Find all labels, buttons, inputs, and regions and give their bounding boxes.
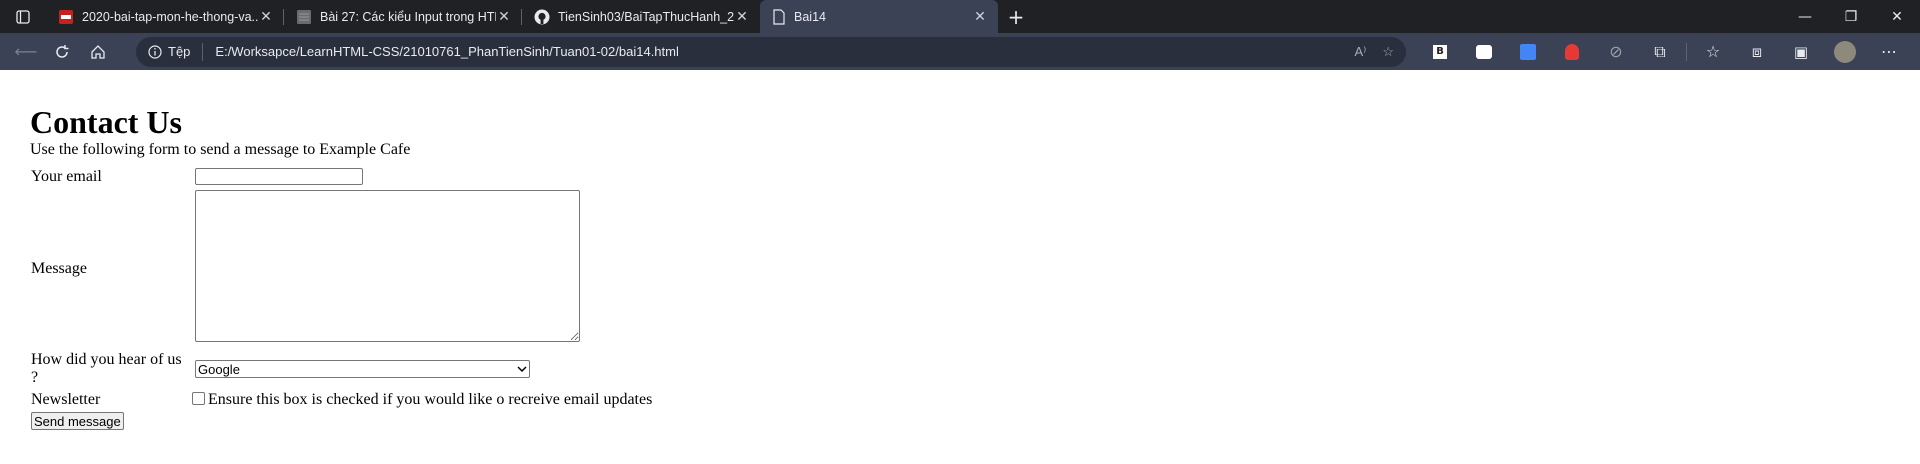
favorites-icon: ☆ [1705, 42, 1721, 61]
minimize-icon: — [1798, 8, 1812, 25]
tab-strip: 2020-bai-tap-mon-he-thong-va... ✕ Bài 27… [0, 0, 1920, 33]
reload-icon [56, 44, 69, 58]
close-tab-icon[interactable]: ✕ [496, 9, 512, 25]
tab-title: Bài 27: Các kiểu Input trong HTM... [320, 9, 496, 24]
reload-button[interactable] [44, 37, 80, 67]
close-window-button[interactable]: ✕ [1874, 0, 1920, 33]
close-tab-icon[interactable]: ✕ [258, 9, 274, 25]
extensions-bar: B ⊘ ⧉ ☆ ⧈ ▣ ⋯ [1418, 37, 1911, 67]
add-favorite-icon[interactable]: ☆ [1382, 44, 1394, 60]
form-row: Your email [30, 167, 653, 187]
more-icon: ⋯ [1881, 42, 1897, 61]
collections-button[interactable]: ⧈ [1735, 37, 1779, 67]
toolbar: ⟵ Tệp E:/Worksapce/LearnHTML-CSS/2101076… [0, 33, 1920, 70]
toolbar-divider [1686, 42, 1687, 61]
address-bar[interactable]: Tệp E:/Worksapce/LearnHTML-CSS/21010761_… [136, 36, 1406, 67]
site-info-button[interactable]: Tệp [148, 42, 204, 61]
back-arrow-icon: ⟵ [14, 42, 38, 61]
newsletter-label: Newsletter [31, 391, 101, 408]
close-tab-icon[interactable]: ✕ [734, 9, 750, 25]
url-text[interactable]: E:/Worksapce/LearnHTML-CSS/21010761_Phan… [215, 44, 1354, 59]
tab-github[interactable]: TienSinh03/BaiTapThucHanh_210... ✕ [522, 0, 760, 33]
restore-icon: ❐ [1844, 8, 1858, 25]
tab-pdf[interactable]: 2020-bai-tap-mon-he-thong-va... ✕ [46, 0, 284, 33]
home-button[interactable] [80, 37, 116, 67]
avatar [1834, 40, 1856, 63]
collections-icon: ⧈ [1751, 41, 1763, 61]
newsletter-checkbox[interactable] [192, 392, 205, 405]
extension-glasses-icon [1476, 44, 1492, 59]
tab-title: TienSinh03/BaiTapThucHanh_210... [558, 9, 734, 24]
newsletter-description: Ensure this box is checked if you would … [208, 391, 653, 408]
source-selected-value: Google [198, 361, 240, 377]
page-content: Contact Us Use the following form to sen… [30, 70, 655, 431]
close-icon: ✕ [1891, 8, 1903, 25]
form-row: Message [30, 189, 653, 348]
contact-form: Your email Message How did you hear of u… [28, 165, 655, 412]
form-row: Newsletter Ensure this box is checked if… [30, 390, 653, 410]
info-icon [148, 44, 162, 59]
plus-icon: + [1007, 4, 1025, 29]
pdf-icon [59, 9, 73, 24]
puzzle-icon: ⧉ [1654, 41, 1666, 61]
page-title: Contact Us [30, 104, 182, 140]
close-tab-icon[interactable]: ✕ [972, 9, 988, 25]
capture-icon: ▣ [1793, 42, 1809, 61]
send-message-button[interactable]: Send message [31, 412, 124, 430]
form-row: How did you hear of us ? Google [30, 350, 653, 388]
github-icon [534, 9, 550, 24]
read-aloud-icon[interactable]: A⁾ [1354, 44, 1366, 60]
favorites-button[interactable]: ☆ [1691, 37, 1735, 67]
page-thumb-icon [297, 9, 311, 24]
translate-icon [1520, 43, 1536, 60]
tab-actions-button[interactable] [0, 0, 46, 33]
extension-button[interactable] [1462, 37, 1506, 67]
chevron-down-icon [517, 366, 527, 373]
extension-button[interactable]: B [1418, 37, 1462, 67]
window-controls: — ❐ ✕ [1782, 0, 1920, 33]
tab-actions-icon [16, 9, 30, 24]
compass-icon: ⊘ [1609, 42, 1623, 61]
restore-button[interactable]: ❐ [1828, 0, 1874, 33]
message-label: Message [31, 259, 87, 277]
minimize-button[interactable]: — [1782, 0, 1828, 33]
adblock-icon [1565, 43, 1579, 60]
email-label: Your email [31, 168, 102, 185]
intro-text: Use the following form to send a message… [30, 141, 411, 158]
tab-bai14[interactable]: Bai14 ✕ [760, 0, 998, 33]
extension-button[interactable]: ⊘ [1594, 37, 1638, 67]
email-field[interactable] [195, 168, 363, 185]
message-textarea[interactable] [195, 190, 580, 342]
source-label: How did you hear of us ? [31, 351, 182, 386]
profile-button[interactable] [1823, 37, 1867, 67]
tab-title: Bai14 [794, 9, 826, 24]
back-button[interactable]: ⟵ [8, 37, 44, 67]
home-icon [91, 44, 105, 59]
tab-input-types[interactable]: Bài 27: Các kiểu Input trong HTM... ✕ [284, 0, 522, 33]
extension-button[interactable] [1550, 37, 1594, 67]
source-select[interactable]: Google [195, 360, 530, 378]
extension-b-icon: B [1433, 44, 1447, 59]
extensions-button[interactable]: ⧉ [1638, 37, 1682, 67]
tab-title: 2020-bai-tap-mon-he-thong-va... [82, 9, 258, 24]
extension-button[interactable] [1506, 37, 1550, 67]
menu-button[interactable]: ⋯ [1867, 37, 1911, 67]
file-icon [773, 8, 785, 25]
web-capture-button[interactable]: ▣ [1779, 37, 1823, 67]
new-tab-button[interactable]: + [998, 0, 1034, 33]
scheme-label: Tệp [168, 44, 191, 59]
